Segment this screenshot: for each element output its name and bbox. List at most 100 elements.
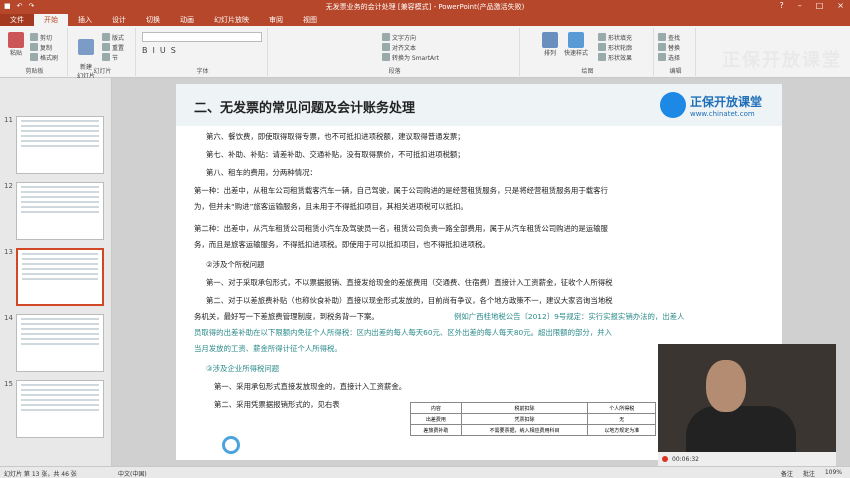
slide-text-line: ②涉及个所税问题 bbox=[206, 260, 265, 269]
thumbnail-14[interactable]: 14 bbox=[4, 314, 108, 376]
find-button[interactable]: 查找 bbox=[658, 32, 680, 42]
slide-text-line: 第一、对于采取承包形式，不以票据报销、直接发给现金的差旅费用（交通费、住宿费）直… bbox=[206, 278, 613, 287]
align-text-button[interactable]: 对齐文本 bbox=[382, 42, 439, 52]
paste-button[interactable]: 粘贴 bbox=[6, 32, 26, 57]
shape-effects-button[interactable]: 形状效果 bbox=[598, 52, 632, 62]
reset-button[interactable]: 重置 bbox=[102, 42, 124, 52]
replace-label: 替换 bbox=[668, 44, 681, 52]
font-style-buttons[interactable]: BIUS bbox=[142, 46, 181, 55]
tab-view[interactable]: 视图 bbox=[293, 14, 327, 26]
section-button[interactable]: 节 bbox=[102, 52, 124, 62]
copy-button[interactable]: 复制 bbox=[30, 42, 58, 52]
status-bar: 幻灯片 第 13 张，共 46 张 中文(中国) 备注 批注 109% bbox=[0, 466, 850, 478]
brush-icon bbox=[30, 53, 38, 61]
paragraph-group: 文字方向 对齐文本 转换为 SmartArt 段落 bbox=[270, 28, 520, 76]
tab-file[interactable]: 文件 bbox=[0, 14, 34, 26]
thumbnail-slide bbox=[16, 380, 104, 438]
ribbon: 粘贴 剪切 复制 格式刷 剪贴板 新建 幻灯片 版式 重置 节 幻灯片 BIUS… bbox=[0, 26, 850, 80]
slide-text-line: 第二、采用凭票据报销形式的，见右表 bbox=[214, 400, 340, 409]
font-group: BIUS 字体 bbox=[138, 28, 268, 76]
thumbnail-13[interactable]: 13 bbox=[4, 248, 108, 310]
presenter-body bbox=[686, 406, 796, 454]
arrange-icon bbox=[542, 32, 558, 48]
text-direction-button[interactable]: 文字方向 bbox=[382, 32, 439, 42]
help-icon[interactable]: ? bbox=[779, 1, 783, 10]
quick-styles-button[interactable]: 快速样式 bbox=[564, 32, 588, 57]
format-painter-button[interactable]: 格式刷 bbox=[30, 52, 58, 62]
thumbnail-number: 15 bbox=[4, 380, 13, 388]
shape-outline-button[interactable]: 形状轮廓 bbox=[598, 42, 632, 52]
slide-text-line: 第八、租车的费用，分两种情况： bbox=[206, 168, 317, 177]
slide-text-line: 第七、补助、补贴：请差补助、交通补贴，没有取得票价，不可抵扣进项税额； bbox=[206, 150, 465, 159]
replace-icon bbox=[658, 43, 666, 51]
arrange-label: 排列 bbox=[543, 50, 556, 57]
shape-fill-button[interactable]: 形状填充 bbox=[598, 32, 632, 42]
text-direction-label: 文字方向 bbox=[392, 34, 417, 42]
find-icon bbox=[658, 33, 666, 41]
thumbnail-11[interactable]: 11 bbox=[4, 116, 108, 178]
thumbnail-12[interactable]: 12 bbox=[4, 182, 108, 244]
slide-text-line: 务，而且是旅客运输服务，不得抵扣进项税。即使用于可以抵扣项目，也不得抵扣进项税。 bbox=[194, 240, 490, 249]
cut-label: 剪切 bbox=[40, 34, 53, 42]
thumbnail-slide bbox=[16, 314, 104, 372]
arrange-button[interactable]: 排列 bbox=[542, 32, 558, 57]
quick-styles-label: 快速样式 bbox=[564, 50, 589, 57]
slide-text-line: 第二种：出差中，从汽车租赁公司租赁小汽车及驾驶员一名，租赁公司负责一路全部费用，… bbox=[194, 224, 608, 233]
maximize-icon[interactable]: □ bbox=[816, 1, 824, 10]
font-name-select[interactable] bbox=[142, 32, 262, 42]
logo-url: www.chinatet.com bbox=[689, 109, 755, 118]
thumbnail-15[interactable]: 15 bbox=[4, 380, 108, 442]
font-group-label: 字体 bbox=[196, 68, 209, 75]
tab-insert[interactable]: 插入 bbox=[68, 14, 102, 26]
tab-slideshow[interactable]: 幻灯片放映 bbox=[204, 14, 259, 26]
layout-button[interactable]: 版式 bbox=[102, 32, 124, 42]
tab-animations[interactable]: 动画 bbox=[170, 14, 204, 26]
align-text-icon bbox=[382, 43, 390, 51]
notes-button[interactable]: 备注 bbox=[781, 469, 793, 478]
expense-table: 内容 税前扣除 个人所得税 出差费用 凭票扣除 无 差旅费补助 不需要票据，纳入… bbox=[410, 402, 656, 436]
replace-button[interactable]: 替换 bbox=[658, 42, 680, 52]
table-cell: 以地方规定为准 bbox=[587, 424, 656, 436]
tab-review[interactable]: 审阅 bbox=[259, 14, 293, 26]
slide-text-line-highlight: ③涉及企业所得税问题 bbox=[206, 364, 280, 373]
tab-home[interactable]: 开始 bbox=[34, 14, 68, 26]
thumbnail-slide bbox=[16, 248, 104, 306]
comments-button[interactable]: 批注 bbox=[803, 469, 815, 478]
record-icon[interactable] bbox=[662, 456, 668, 462]
slides-group-label: 幻灯片 bbox=[93, 68, 112, 75]
scissors-icon bbox=[30, 33, 38, 41]
paragraph-group-label: 段落 bbox=[388, 68, 401, 75]
slide-text-line: 第二、对于以差旅费补贴（也称伙食补助）直接以现金形式发放的，目前尚有争议，各个地… bbox=[206, 296, 613, 305]
align-text-label: 对齐文本 bbox=[392, 44, 417, 52]
slide-thumbnail-pane: 11 12 13 14 15 bbox=[0, 78, 112, 466]
shape-effects-label: 形状效果 bbox=[608, 54, 633, 62]
slide-text-line: 第一种：出差中，从租车公司租赁载客汽车一辆，自己驾驶，属于公司购进的是经营租赁服… bbox=[194, 186, 608, 195]
drawing-group-label: 绘图 bbox=[581, 68, 594, 75]
minimize-icon[interactable]: – bbox=[798, 1, 802, 10]
find-label: 查找 bbox=[668, 34, 681, 42]
smartart-label: 转换为 SmartArt bbox=[392, 54, 439, 62]
slide-text-line-highlight: 当月发放的工资、薪金所得计征个人所得税。 bbox=[194, 344, 342, 353]
cut-button[interactable]: 剪切 bbox=[30, 32, 58, 42]
clipboard-group-label: 剪贴板 bbox=[25, 68, 44, 75]
language-indicator[interactable]: 中文(中国) bbox=[118, 469, 147, 478]
select-button[interactable]: 选择 bbox=[658, 52, 680, 62]
close-icon[interactable]: × bbox=[837, 1, 844, 10]
logo: 正保开放课堂 www.chinatet.com bbox=[659, 92, 762, 118]
reset-icon bbox=[102, 43, 110, 51]
smartart-icon bbox=[382, 53, 390, 61]
window-title: 无发票业务的会计处理 [兼容模式] - PowerPoint(产品激活失败) bbox=[325, 3, 525, 11]
table-cell: 差旅费补助 bbox=[410, 424, 462, 436]
section-label: 节 bbox=[112, 54, 119, 62]
smartart-button[interactable]: 转换为 SmartArt bbox=[382, 52, 439, 62]
tab-design[interactable]: 设计 bbox=[102, 14, 136, 26]
copy-label: 复制 bbox=[40, 44, 53, 52]
thumbnail-number: 12 bbox=[4, 182, 13, 190]
zoom-level[interactable]: 109% bbox=[825, 469, 842, 478]
table-cell: 税前扣除 bbox=[460, 402, 589, 414]
tab-transitions[interactable]: 切换 bbox=[136, 14, 170, 26]
table-cell: 凭票扣除 bbox=[460, 413, 589, 425]
editing-group: 查找 替换 选择 编辑 bbox=[656, 28, 696, 76]
presenter-face bbox=[706, 360, 746, 412]
table-cell: 不需要票据，纳入相应费用科目 bbox=[460, 424, 589, 436]
